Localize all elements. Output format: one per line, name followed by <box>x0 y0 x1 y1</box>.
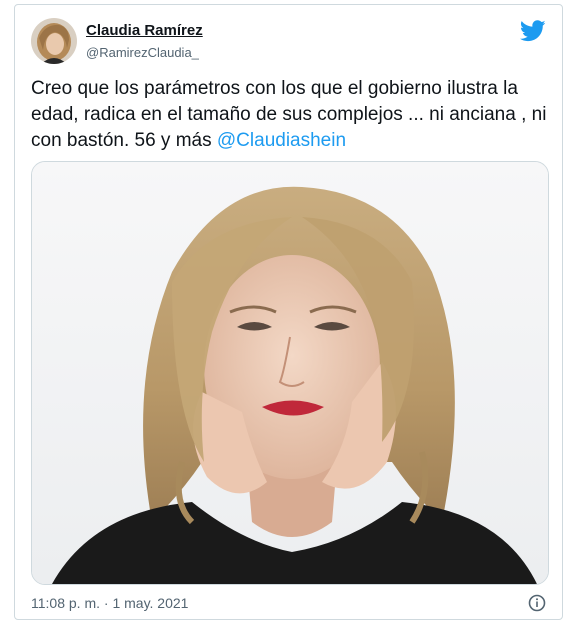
info-icon[interactable] <box>528 594 546 612</box>
tweet-text: Creo que los parámetros con los que el g… <box>31 76 551 154</box>
author-name[interactable]: Claudia Ramírez <box>86 22 203 39</box>
tweet-photo[interactable] <box>31 161 549 585</box>
tweet-timestamp[interactable]: 11:08 p. m. · 1 may. 2021 <box>31 595 188 611</box>
tweet-card: Claudia Ramírez @RamirezClaudia_ Creo qu… <box>14 4 563 620</box>
mention-link[interactable]: @Claudiashein <box>217 130 346 151</box>
avatar[interactable] <box>31 18 77 64</box>
author-handle[interactable]: @RamirezClaudia_ <box>86 45 199 60</box>
twitter-bird-icon[interactable] <box>519 20 546 42</box>
